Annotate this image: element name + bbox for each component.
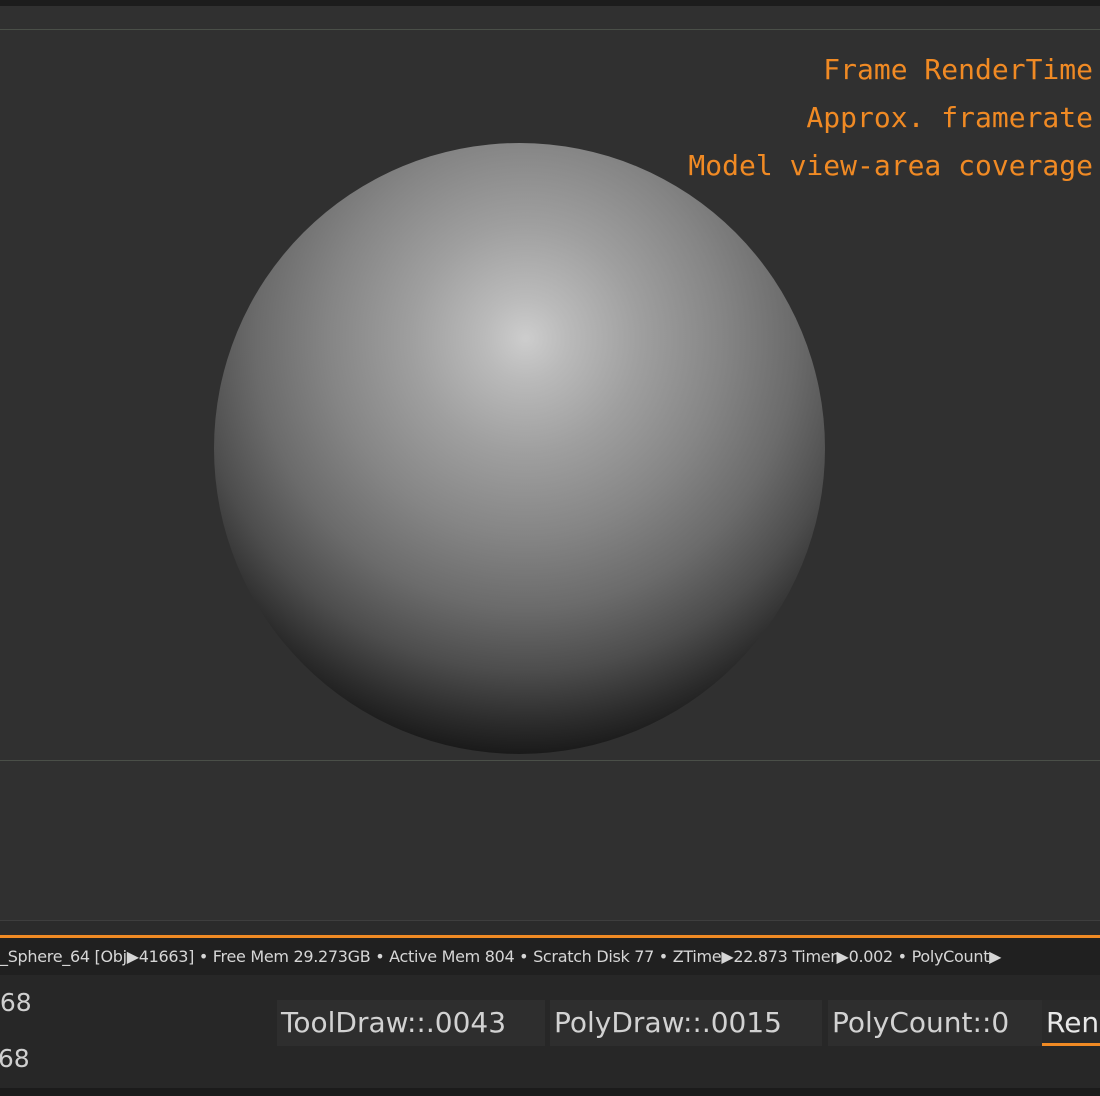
sphere-model[interactable] — [214, 143, 825, 754]
view-area-coverage-label: Model view-area coverage — [688, 149, 1093, 182]
status-text: _Sphere_64 [Obj▶41663] • Free Mem 29.273… — [0, 947, 1002, 966]
left-value-1: 968 — [0, 988, 32, 1017]
frame-render-time-label: Frame RenderTime — [823, 53, 1093, 86]
poly-draw-stat[interactable]: PolyDraw::.0015 — [550, 1000, 822, 1046]
document-frame-top — [0, 29, 1100, 30]
viewport-divider — [0, 920, 1100, 921]
left-value-2: 968 — [0, 1044, 30, 1073]
poly-count-stat[interactable]: PolyCount::0 — [828, 1000, 1043, 1046]
document-frame-bottom — [0, 760, 1100, 761]
bottom-strip — [0, 1088, 1100, 1096]
approx-framerate-label: Approx. framerate — [806, 101, 1093, 134]
render-stat-tab[interactable]: Ren — [1042, 1000, 1100, 1046]
tool-draw-stat[interactable]: ToolDraw::.0043 — [277, 1000, 545, 1046]
status-bar: _Sphere_64 [Obj▶41663] • Free Mem 29.273… — [0, 935, 1100, 975]
